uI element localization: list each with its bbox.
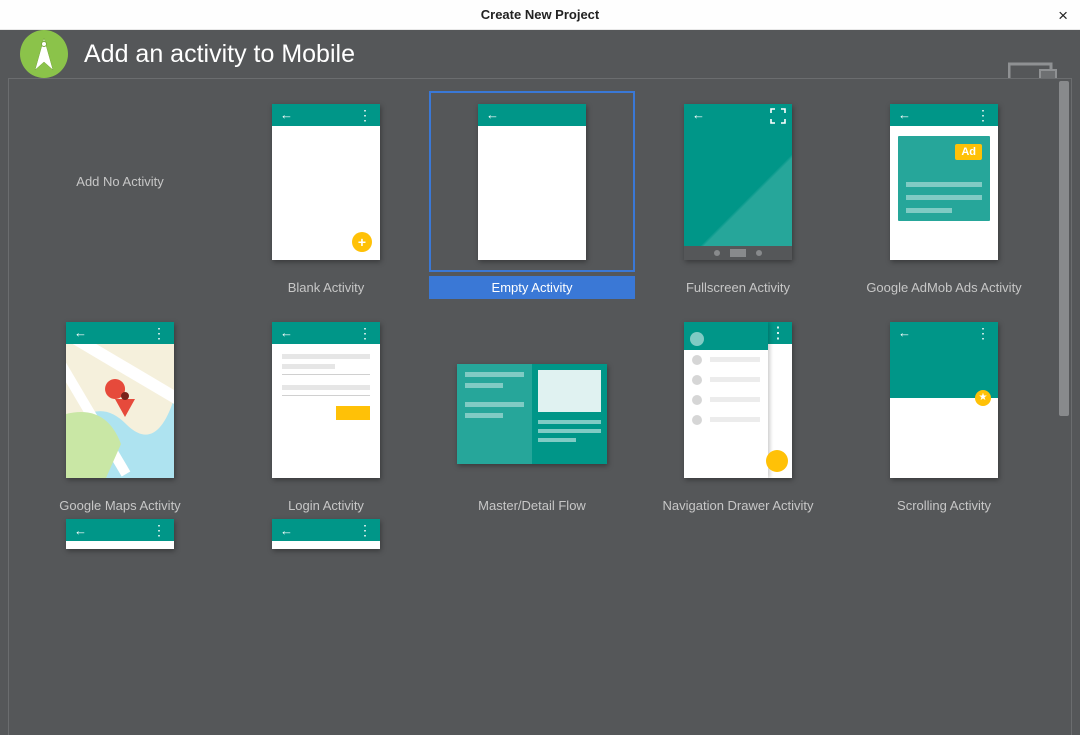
back-arrow-icon: ←	[74, 325, 87, 340]
template-empty-activity[interactable]: ← Empty Activity	[429, 81, 635, 299]
template-scrolling-activity[interactable]: ← ⋮ ★ Scrolling Activity	[841, 299, 1047, 517]
template-label: Google Maps Activity	[59, 498, 180, 513]
template-label: Google AdMob Ads Activity	[866, 280, 1021, 295]
wizard-header: Add an activity to Mobile	[0, 30, 1080, 78]
template-master-detail[interactable]: Master/Detail Flow	[429, 299, 635, 517]
template-blank-activity[interactable]: ← ⋮ + Blank Activity	[223, 81, 429, 299]
template-label: Navigation Drawer Activity	[663, 498, 814, 513]
template-admob-activity[interactable]: ←⋮ Ad Go	[841, 81, 1047, 299]
titlebar: Create New Project ×	[0, 0, 1080, 30]
android-studio-icon	[20, 30, 68, 78]
template-add-no-activity[interactable]: Add No Activity	[17, 81, 223, 299]
template-login-activity[interactable]: ← ⋮ Login Activity	[223, 299, 429, 517]
overflow-icon: ⋮	[976, 329, 990, 337]
star-icon: ★	[975, 390, 991, 406]
back-arrow-icon: ←	[74, 523, 87, 538]
template-partial-1[interactable]: ←⋮	[17, 517, 223, 557]
scrollbar[interactable]	[1059, 81, 1069, 416]
fullscreen-icon	[770, 108, 786, 124]
template-nav-drawer[interactable]: ⋮ Navigation Drawer Activity	[635, 299, 841, 517]
fab-icon: +	[352, 232, 372, 252]
overflow-icon: ⋮	[976, 111, 990, 119]
ad-badge: Ad	[955, 144, 982, 160]
template-label: Login Activity	[288, 498, 364, 513]
overflow-icon: ⋮	[152, 526, 166, 534]
template-maps-activity[interactable]: ←⋮	[17, 299, 223, 517]
window-title: Create New Project	[481, 7, 600, 22]
template-label: Blank Activity	[288, 280, 365, 295]
template-label: Empty Activity	[492, 280, 573, 295]
back-arrow-icon: ←	[898, 325, 911, 340]
back-arrow-icon: ←	[280, 107, 293, 122]
back-arrow-icon: ←	[280, 523, 293, 538]
template-gallery: Add No Activity ←⋮ + Blank Activity	[8, 78, 1072, 735]
back-arrow-icon: ←	[486, 107, 499, 122]
template-label: Scrolling Activity	[897, 498, 991, 513]
overflow-icon: ⋮	[152, 329, 166, 337]
overflow-icon: ⋮	[358, 111, 372, 119]
page-title: Add an activity to Mobile	[84, 40, 355, 69]
template-fullscreen-activity[interactable]: ← Fullscreen Activity	[635, 81, 841, 299]
template-label: Fullscreen Activity	[686, 280, 790, 295]
overflow-icon: ⋮	[770, 323, 786, 343]
overflow-icon: ⋮	[358, 526, 372, 534]
back-arrow-icon: ←	[692, 107, 705, 122]
template-partial-2[interactable]: ←⋮	[223, 517, 429, 557]
back-arrow-icon: ←	[898, 107, 911, 122]
template-label: Master/Detail Flow	[478, 498, 586, 513]
fab-icon	[766, 450, 788, 472]
template-label: Add No Activity	[76, 174, 163, 189]
close-icon[interactable]: ×	[1058, 6, 1068, 26]
overflow-icon: ⋮	[358, 329, 372, 337]
back-arrow-icon: ←	[280, 325, 293, 340]
